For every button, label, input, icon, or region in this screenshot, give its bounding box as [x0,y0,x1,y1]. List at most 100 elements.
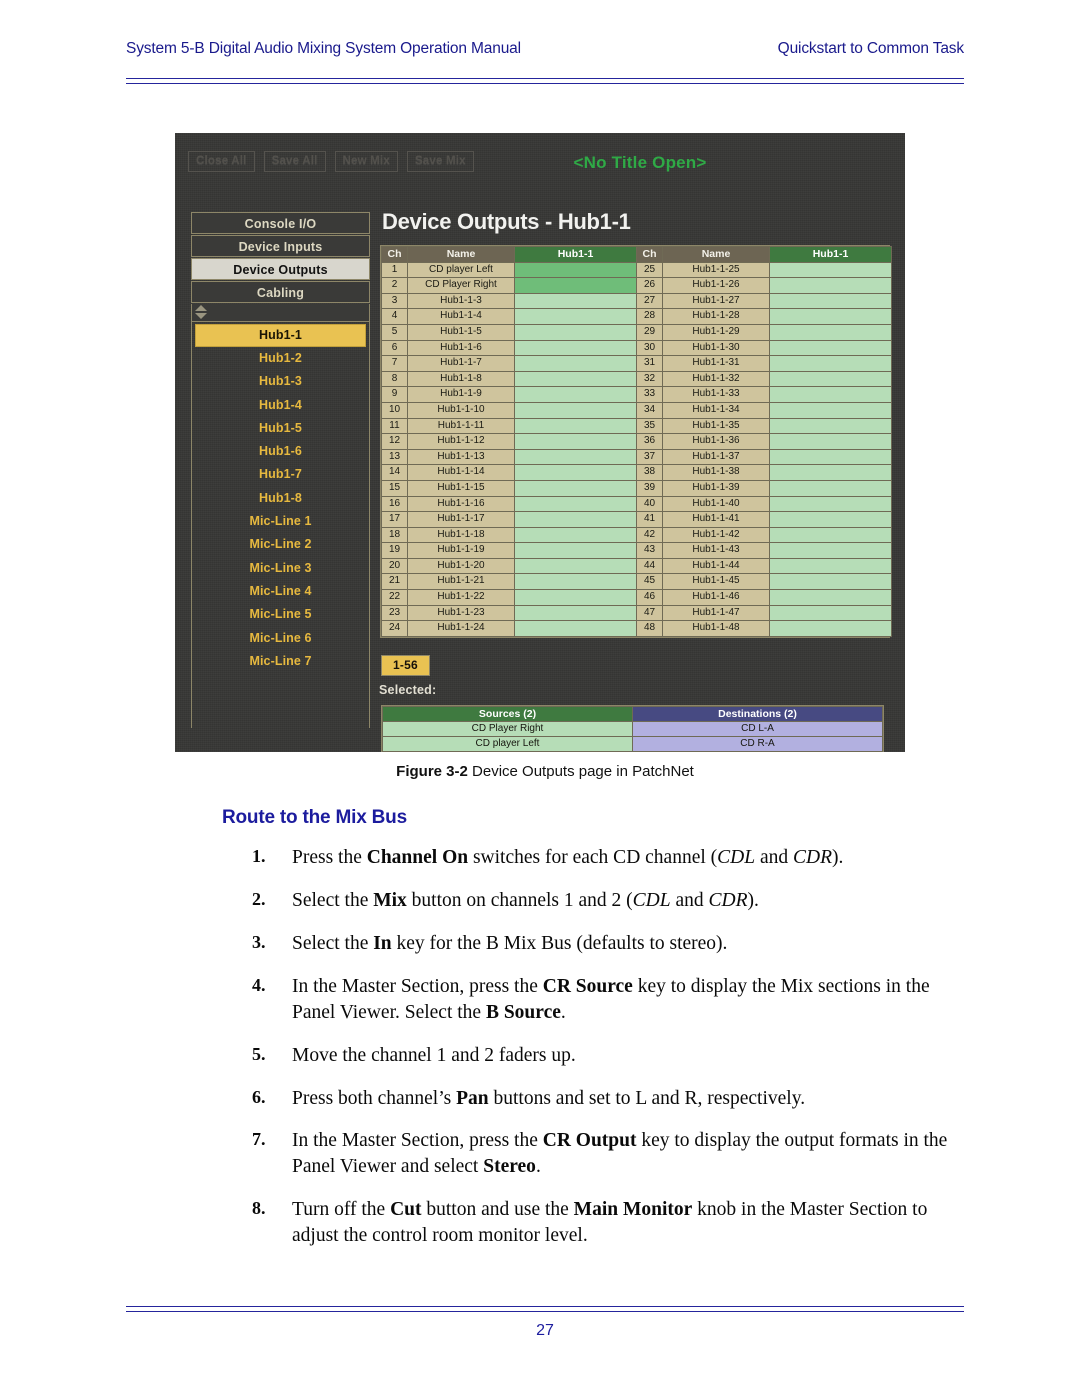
crosspoint-cell[interactable] [769,448,892,466]
channel-name-cell[interactable]: Hub1-1-28 [662,308,770,325]
selected-row[interactable]: CD player Left CD R-A [382,736,883,752]
channel-name-cell[interactable]: Hub1-1-9 [407,386,515,403]
channel-name-cell[interactable]: Hub1-1-16 [407,495,515,513]
destination-cell[interactable]: CD L-A [632,721,883,737]
crosspoint-cell[interactable] [769,557,892,575]
channel-name-cell[interactable]: Hub1-1-3 [407,292,515,310]
channel-name-cell[interactable]: Hub1-1-46 [662,589,770,606]
crosspoint-cell[interactable] [769,620,892,637]
crosspoint-cell[interactable] [769,323,892,341]
channel-name-cell[interactable]: Hub1-1-45 [662,573,770,591]
crosspoint-cell[interactable] [514,401,637,419]
channel-name-cell[interactable]: Hub1-1-8 [407,370,515,388]
crosspoint-cell[interactable] [769,511,892,528]
crosspoint-cell[interactable] [769,417,892,435]
device-item-mic-line-1[interactable]: Mic-Line 1 [192,510,369,533]
crosspoint-cell[interactable] [769,433,892,450]
channel-name-cell[interactable]: CD Player Right [407,277,515,294]
channel-name-cell[interactable]: Hub1-1-12 [407,433,515,450]
crosspoint-cell[interactable] [514,542,637,559]
crosspoint-cell[interactable] [514,620,637,637]
crosspoint-cell[interactable] [514,526,637,544]
crosspoint-cell[interactable] [769,401,892,419]
channel-name-cell[interactable]: Hub1-1-38 [662,464,770,481]
channel-name-cell[interactable]: Hub1-1-5 [407,323,515,341]
device-item-mic-line-6[interactable]: Mic-Line 6 [192,627,369,650]
crosspoint-cell[interactable] [514,308,637,325]
channel-name-cell[interactable]: Hub1-1-6 [407,339,515,357]
crosspoint-cell[interactable] [514,573,637,591]
crosspoint-cell[interactable] [769,355,892,372]
channel-name-cell[interactable]: Hub1-1-25 [662,261,770,279]
crosspoint-cell[interactable] [514,495,637,513]
channel-name-cell[interactable]: Hub1-1-43 [662,542,770,559]
device-list-scroller[interactable] [191,304,370,322]
device-item-mic-line-4[interactable]: Mic-Line 4 [192,580,369,603]
device-item-mic-line-2[interactable]: Mic-Line 2 [192,533,369,556]
crosspoint-cell[interactable] [514,261,637,279]
channel-name-cell[interactable]: Hub1-1-13 [407,448,515,466]
channel-name-cell[interactable]: Hub1-1-37 [662,448,770,466]
nav-item-device-inputs[interactable]: Device Inputs [191,235,370,257]
crosspoint-cell[interactable] [514,604,637,622]
device-item-mic-line-3[interactable]: Mic-Line 3 [192,557,369,580]
channel-name-cell[interactable]: Hub1-1-14 [407,464,515,481]
channel-name-cell[interactable]: Hub1-1-11 [407,417,515,435]
channel-name-cell[interactable]: Hub1-1-21 [407,573,515,591]
crosspoint-cell[interactable] [769,573,892,591]
source-cell[interactable]: CD player Left [382,736,633,752]
channel-name-cell[interactable]: Hub1-1-33 [662,386,770,403]
crosspoint-cell[interactable] [769,277,892,294]
channel-name-cell[interactable]: Hub1-1-41 [662,511,770,528]
crosspoint-cell[interactable] [514,464,637,481]
destination-cell[interactable]: CD R-A [632,736,883,752]
crosspoint-cell[interactable] [514,386,637,403]
device-item-hub1-2[interactable]: Hub1-2 [192,347,369,370]
device-item-hub1-4[interactable]: Hub1-4 [192,394,369,417]
device-item-hub1-5[interactable]: Hub1-5 [192,417,369,440]
crosspoint-cell[interactable] [514,355,637,372]
device-item-hub1-6[interactable]: Hub1-6 [192,440,369,463]
crosspoint-cell[interactable] [514,589,637,606]
channel-range-button[interactable]: 1-56 [381,655,430,676]
crosspoint-cell[interactable] [514,479,637,497]
channel-name-cell[interactable]: Hub1-1-32 [662,370,770,388]
crosspoint-cell[interactable] [514,557,637,575]
crosspoint-cell[interactable] [769,386,892,403]
channel-name-cell[interactable]: Hub1-1-44 [662,557,770,575]
channel-name-cell[interactable]: Hub1-1-18 [407,526,515,544]
device-item-hub1-8[interactable]: Hub1-8 [192,487,369,510]
crosspoint-cell[interactable] [514,370,637,388]
crosspoint-cell[interactable] [769,542,892,559]
device-item-hub1-7[interactable]: Hub1-7 [192,463,369,486]
channel-name-cell[interactable]: Hub1-1-35 [662,417,770,435]
device-item-hub1-3[interactable]: Hub1-3 [192,370,369,393]
crosspoint-cell[interactable] [514,448,637,466]
crosspoint-cell[interactable] [769,495,892,513]
channel-name-cell[interactable]: CD player Left [407,261,515,279]
channel-name-cell[interactable]: Hub1-1-34 [662,401,770,419]
channel-name-cell[interactable]: Hub1-1-4 [407,308,515,325]
crosspoint-cell[interactable] [769,464,892,481]
channel-name-cell[interactable]: Hub1-1-40 [662,495,770,513]
crosspoint-cell[interactable] [769,308,892,325]
channel-name-cell[interactable]: Hub1-1-47 [662,604,770,622]
channel-name-cell[interactable]: Hub1-1-42 [662,526,770,544]
crosspoint-cell[interactable] [769,604,892,622]
channel-name-cell[interactable]: Hub1-1-36 [662,433,770,450]
crosspoint-cell[interactable] [769,370,892,388]
device-item-mic-line-5[interactable]: Mic-Line 5 [192,603,369,626]
crosspoint-cell[interactable] [769,589,892,606]
channel-name-cell[interactable]: Hub1-1-23 [407,604,515,622]
channel-name-cell[interactable]: Hub1-1-20 [407,557,515,575]
device-item-mic-line-7[interactable]: Mic-Line 7 [192,650,369,673]
nav-item-device-outputs[interactable]: Device Outputs [191,258,370,280]
nav-item-cabling[interactable]: Cabling [191,281,370,303]
channel-name-cell[interactable]: Hub1-1-39 [662,479,770,497]
crosspoint-cell[interactable] [514,511,637,528]
crosspoint-cell[interactable] [514,339,637,357]
channel-name-cell[interactable]: Hub1-1-17 [407,511,515,528]
scroll-updown-icon[interactable] [195,305,208,319]
selected-row[interactable]: CD Player Right CD L-A [382,721,883,737]
channel-name-cell[interactable]: Hub1-1-30 [662,339,770,357]
